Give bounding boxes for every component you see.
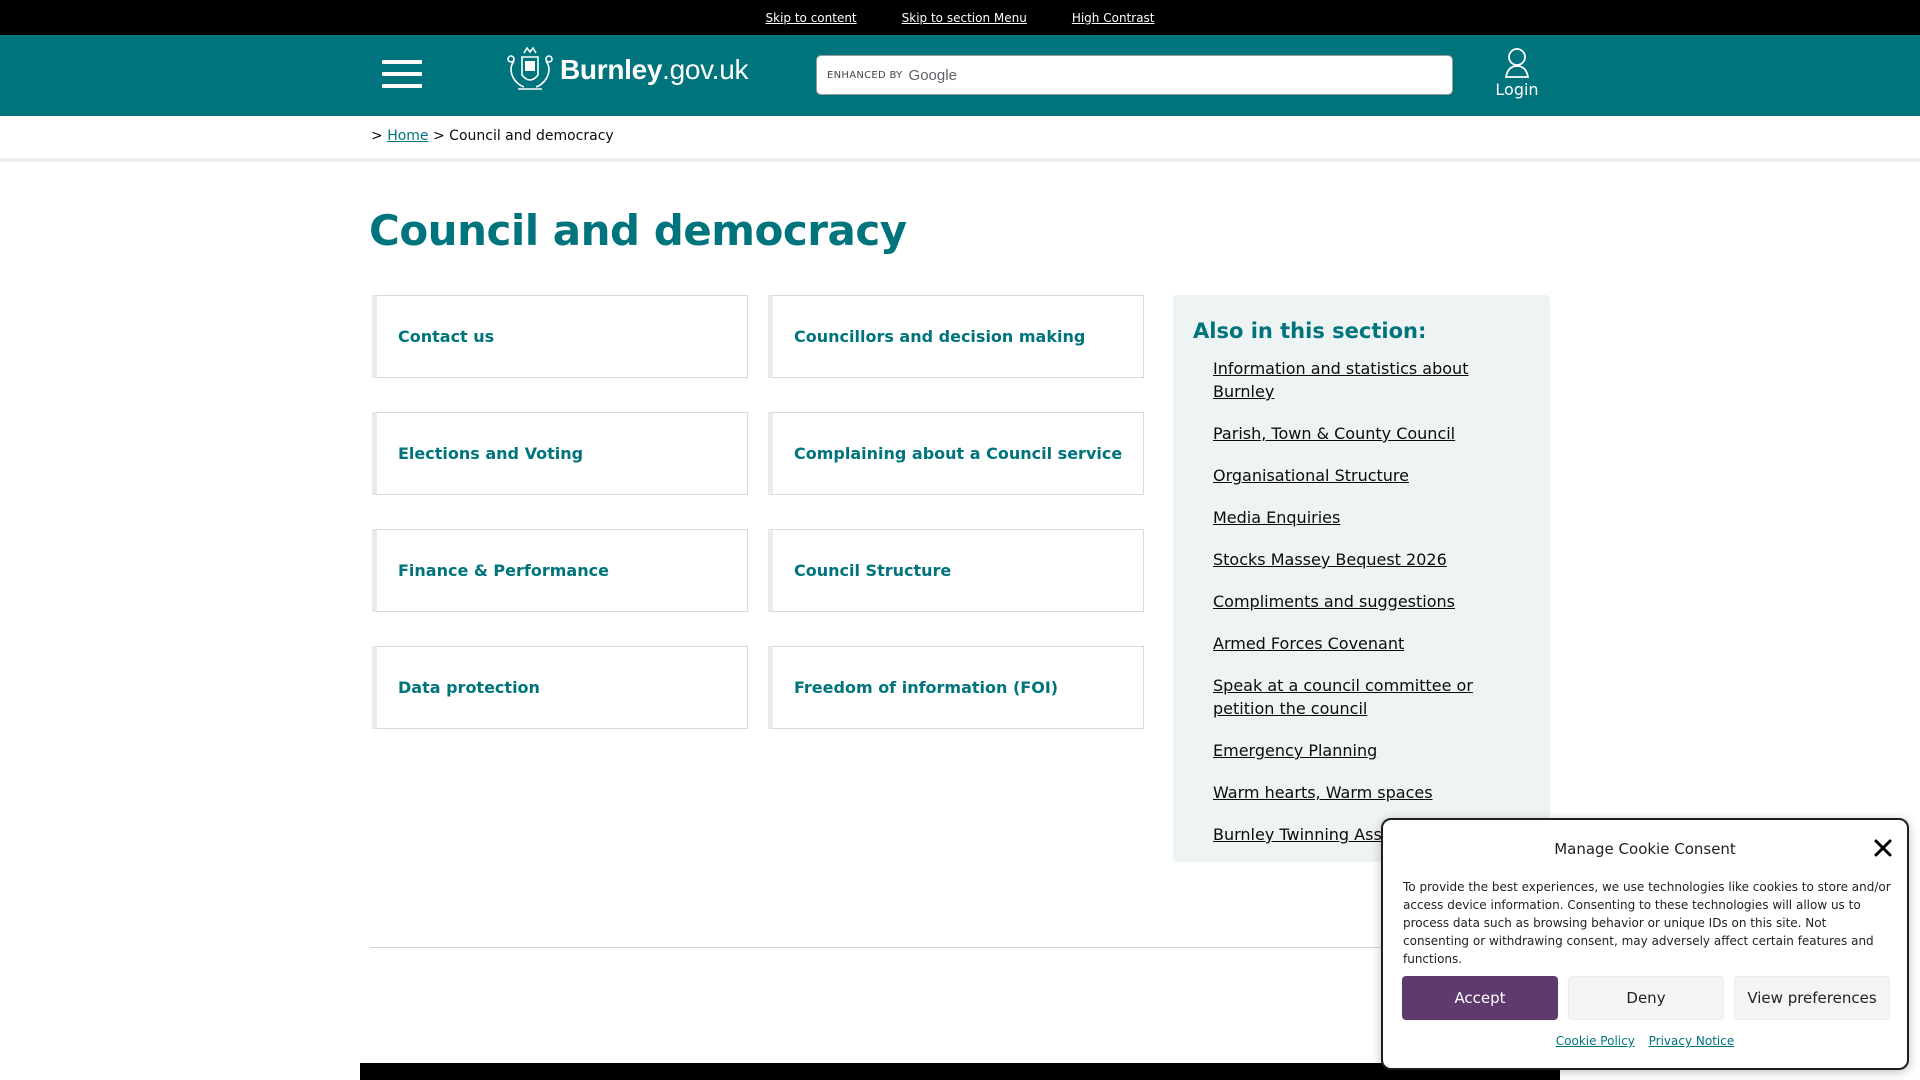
card-council-structure[interactable]: Council Structure (768, 529, 1144, 612)
also-in-section-panel: Also in this section: Information and st… (1173, 295, 1550, 862)
sidebar-link[interactable]: Media Enquiries (1213, 508, 1340, 527)
list-item: Compliments and suggestions (1213, 590, 1533, 613)
privacy-notice-link[interactable]: Privacy Notice (1649, 1034, 1735, 1048)
site-search[interactable]: ENHANCED BY Google (816, 55, 1453, 95)
card-finance[interactable]: Finance & Performance (372, 529, 748, 612)
coat-of-arms-icon (507, 46, 553, 90)
search-input[interactable] (964, 57, 1452, 93)
sidebar-link[interactable]: Stocks Massey Bequest 2026 (1213, 550, 1447, 569)
sidebar-link[interactable]: Compliments and suggestions (1213, 592, 1455, 611)
list-item: Stocks Massey Bequest 2026 (1213, 548, 1533, 571)
user-icon (1504, 48, 1530, 78)
menu-icon[interactable] (382, 60, 422, 88)
cookie-consent-dialog: Manage Cookie Consent To provide the bes… (1381, 818, 1909, 1070)
login-button[interactable]: Login (1492, 47, 1542, 99)
card-label: Data protection (398, 678, 540, 697)
card-complaining[interactable]: Complaining about a Council service (768, 412, 1144, 495)
cookie-policy-link[interactable]: Cookie Policy (1556, 1034, 1635, 1048)
sidebar-link[interactable]: Organisational Structure (1213, 466, 1409, 485)
list-item: Media Enquiries (1213, 506, 1533, 529)
card-label: Council Structure (794, 561, 952, 580)
close-icon[interactable] (1871, 836, 1895, 860)
cookie-policy-links: Cookie Policy Privacy Notice (1383, 1034, 1907, 1048)
login-label: Login (1495, 80, 1539, 99)
breadcrumb-separator: > (371, 128, 383, 144)
breadcrumb-home-link[interactable]: Home (387, 128, 428, 144)
footer (360, 1063, 1560, 1080)
cookie-dialog-text: To provide the best experiences, we use … (1403, 880, 1891, 966)
sidebar-link[interactable]: Warm hearts, Warm spaces (1213, 783, 1433, 802)
card-contact-us[interactable]: Contact us (372, 295, 748, 378)
list-item: Information and statistics about Burnley (1213, 357, 1533, 403)
accept-button[interactable]: Accept (1402, 976, 1558, 1020)
card-label: Finance & Performance (398, 561, 609, 580)
card-data-protection[interactable]: Data protection (372, 646, 748, 729)
sidebar-link[interactable]: Information and statistics about Burnley (1213, 359, 1468, 401)
breadcrumb-current: Council and democracy (449, 128, 614, 144)
view-preferences-button[interactable]: View preferences (1734, 976, 1890, 1020)
list-item: Warm hearts, Warm spaces (1213, 781, 1533, 804)
breadcrumb: > Home > Council and democracy (0, 116, 1920, 162)
sidebar-link[interactable]: Armed Forces Covenant (1213, 634, 1404, 653)
content-divider (370, 947, 1550, 948)
card-label: Freedom of information (FOI) (794, 678, 1059, 697)
skip-to-section-menu-link[interactable]: Skip to section Menu (902, 11, 1027, 25)
list-item: Emergency Planning (1213, 739, 1533, 762)
list-item: Armed Forces Covenant (1213, 632, 1533, 655)
skip-links-bar: Skip to content Skip to section Menu Hig… (0, 0, 1920, 35)
skip-to-content-link[interactable]: Skip to content (766, 11, 857, 25)
breadcrumb-separator: > (432, 128, 445, 144)
site-logo[interactable]: Burnley.gov.uk (500, 44, 749, 96)
brand-name: Burnley.gov.uk (560, 54, 749, 85)
card-label: Contact us (398, 327, 495, 346)
card-foi[interactable]: Freedom of information (FOI) (768, 646, 1144, 729)
card-councillors[interactable]: Councillors and decision making (768, 295, 1144, 378)
google-logo: Google (908, 66, 957, 84)
search-enhanced-label: ENHANCED BY (827, 69, 903, 81)
sidebar-link[interactable]: Emergency Planning (1213, 741, 1377, 760)
deny-button[interactable]: Deny (1568, 976, 1724, 1020)
card-label: Complaining about a Council service (794, 444, 1123, 463)
card-label: Councillors and decision making (794, 327, 1086, 346)
cookie-dialog-title: Manage Cookie Consent (1554, 840, 1736, 858)
list-item: Parish, Town & County Council (1213, 422, 1533, 445)
high-contrast-link[interactable]: High Contrast (1072, 11, 1155, 25)
sidebar-link-list: Information and statistics about Burnley… (1213, 357, 1533, 865)
card-label: Elections and Voting (398, 444, 584, 463)
page-title: Council and democracy (369, 206, 907, 255)
sidebar-link[interactable]: Parish, Town & County Council (1213, 424, 1455, 443)
site-header: Burnley.gov.uk ENHANCED BY Google Login (0, 35, 1920, 116)
card-elections[interactable]: Elections and Voting (372, 412, 748, 495)
sidebar-link[interactable]: Speak at a council committee or petition… (1213, 676, 1473, 718)
list-item: Organisational Structure (1213, 464, 1533, 487)
list-item: Speak at a council committee or petition… (1213, 674, 1533, 720)
sidebar-heading: Also in this section: (1193, 319, 1427, 343)
